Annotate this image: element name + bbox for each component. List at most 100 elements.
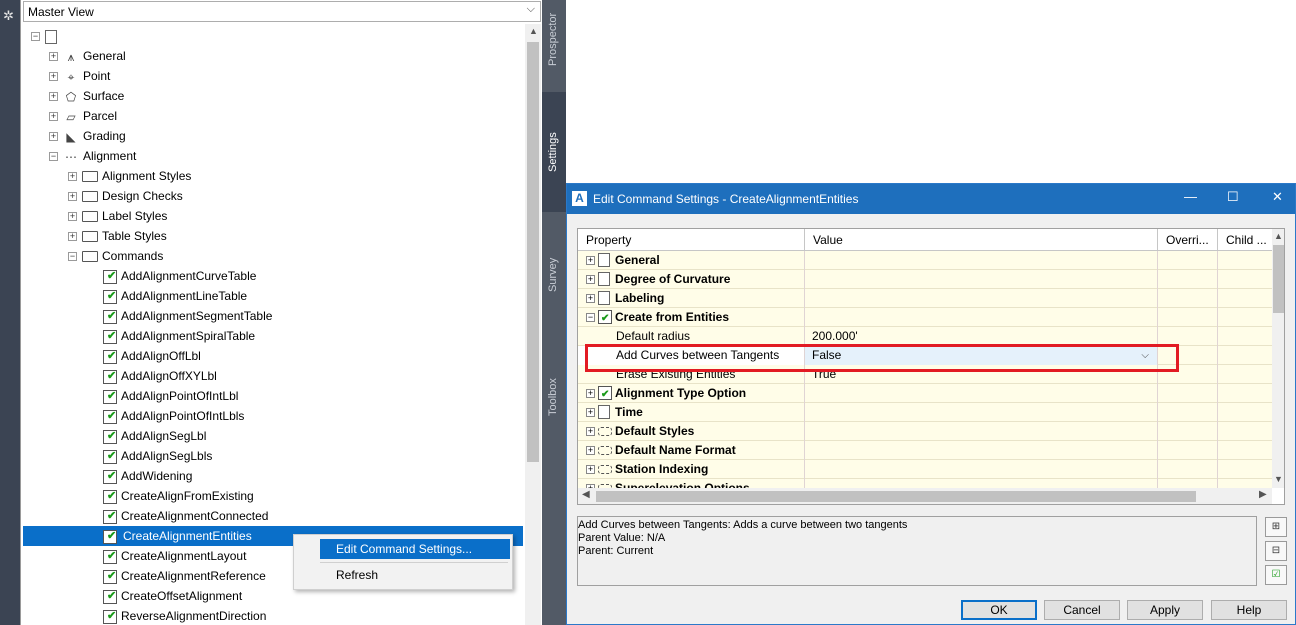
tree-root[interactable]: − xyxy=(31,26,61,46)
expand-icon[interactable]: + xyxy=(586,389,595,398)
expand-icon[interactable]: + xyxy=(49,112,58,122)
tree-item[interactable]: + ▱ Parcel xyxy=(49,106,117,126)
expand-icon[interactable]: + xyxy=(586,465,595,474)
tree-item[interactable]: ReverseAlignmentDirection xyxy=(87,606,266,625)
column-header-child[interactable]: Child ... xyxy=(1218,229,1272,251)
tree-item[interactable]: AddAlignSegLbls xyxy=(87,446,212,466)
tree-item[interactable]: + ⩚ General xyxy=(49,46,126,66)
grid-vertical-scrollbar[interactable]: ▲ ▼ xyxy=(1272,229,1284,488)
maximize-icon[interactable]: ☐ xyxy=(1227,189,1239,205)
command-icon xyxy=(103,389,117,404)
expand-icon[interactable]: + xyxy=(586,446,595,455)
property-category-row[interactable]: − Create from Entities xyxy=(578,308,1272,327)
menu-item-refresh[interactable]: Refresh xyxy=(320,565,510,585)
expand-icon[interactable]: + xyxy=(68,172,77,182)
tab-settings[interactable]: Settings xyxy=(542,92,566,212)
expand-icon[interactable]: + xyxy=(586,294,595,303)
expand-icon[interactable]: + xyxy=(586,427,595,436)
property-category-row[interactable]: + Superelevation Options xyxy=(578,479,1272,488)
scrollbar-thumb[interactable] xyxy=(1273,245,1284,313)
filter-icon[interactable]: ⊟ xyxy=(1265,541,1287,561)
expand-icon[interactable]: + xyxy=(49,52,58,62)
property-category-row[interactable]: + Station Indexing xyxy=(578,460,1272,479)
column-header-property[interactable]: Property xyxy=(578,229,805,251)
property-category-row[interactable]: + Degree of Curvature xyxy=(578,270,1272,289)
tab-prospector[interactable]: Prospector xyxy=(542,0,566,92)
sort-categorized-icon[interactable]: ⊞ xyxy=(1265,517,1287,537)
scrollbar-thumb[interactable] xyxy=(527,42,539,462)
close-icon[interactable]: ✕ xyxy=(1272,189,1283,205)
collapse-icon[interactable]: − xyxy=(68,252,77,262)
expand-icon[interactable]: + xyxy=(68,192,77,202)
apply-button[interactable]: Apply xyxy=(1127,600,1203,620)
minimize-icon[interactable]: — xyxy=(1184,189,1197,204)
property-name-cell: + Time xyxy=(578,403,805,422)
ok-button[interactable]: OK xyxy=(961,600,1037,620)
tree-item[interactable]: + ⬠ Surface xyxy=(49,86,124,106)
property-category-row[interactable]: + General xyxy=(578,251,1272,270)
gear-icon[interactable]: ✲ xyxy=(3,8,14,24)
scroll-up-icon[interactable]: ▲ xyxy=(529,26,538,36)
command-icon xyxy=(103,529,117,544)
collapse-icon[interactable]: − xyxy=(49,152,58,162)
scroll-right-icon[interactable]: ▶ xyxy=(1259,489,1267,500)
tree-item[interactable]: CreateAlignFromExisting xyxy=(87,486,254,506)
tree-item[interactable]: AddAlignmentSpiralTable xyxy=(87,326,255,346)
help-button[interactable]: Help xyxy=(1211,600,1287,620)
tree-item[interactable]: + Design Checks xyxy=(68,186,183,206)
property-category-row[interactable]: + Default Styles xyxy=(578,422,1272,441)
expand-icon[interactable]: + xyxy=(586,256,595,265)
scroll-up-icon[interactable]: ▲ xyxy=(1274,231,1283,241)
tab-survey[interactable]: Survey xyxy=(542,212,566,332)
dialog-title-bar[interactable]: A Edit Command Settings - CreateAlignmen… xyxy=(567,184,1295,214)
tree-item[interactable]: CreateOffsetAlignment xyxy=(87,586,242,606)
tree-item[interactable]: AddAlignOffLbl xyxy=(87,346,201,366)
check-icon[interactable]: ☑ xyxy=(1265,565,1287,585)
cancel-button[interactable]: Cancel xyxy=(1044,600,1120,620)
property-category-row[interactable]: + Time xyxy=(578,403,1272,422)
menu-item-edit-command-settings[interactable]: Edit Command Settings... xyxy=(320,539,510,559)
tree-item[interactable]: AddAlignmentCurveTable xyxy=(87,266,256,286)
tree-item[interactable]: AddAlignPointOfIntLbl xyxy=(87,386,238,406)
tree-item[interactable]: + ◣ Grading xyxy=(49,126,126,146)
scroll-down-icon[interactable]: ▼ xyxy=(1274,474,1283,484)
tree-item[interactable]: AddAlignmentSegmentTable xyxy=(87,306,272,326)
scrollbar-thumb[interactable] xyxy=(596,491,1196,502)
scroll-left-icon[interactable]: ◀ xyxy=(582,489,590,500)
tab-toolbox[interactable]: Toolbox xyxy=(542,332,566,625)
tree-item[interactable]: + Table Styles xyxy=(68,226,167,246)
column-header-value[interactable]: Value xyxy=(805,229,1158,251)
expand-icon[interactable]: + xyxy=(49,72,58,82)
chevron-down-icon[interactable]: ⌵ xyxy=(527,3,535,16)
property-category-row[interactable]: + Labeling xyxy=(578,289,1272,308)
tree-item[interactable]: AddWidening xyxy=(87,466,192,486)
tree-item[interactable]: + Alignment Styles xyxy=(68,166,191,186)
tree-item[interactable]: CreateAlignmentReference xyxy=(87,566,266,586)
collapse-icon[interactable]: − xyxy=(586,313,595,322)
expand-icon[interactable]: + xyxy=(586,408,595,417)
expand-icon[interactable]: + xyxy=(49,132,58,142)
view-selector[interactable]: Master View ⌵ xyxy=(23,1,541,22)
tree-item[interactable]: CreateAlignmentConnected xyxy=(87,506,268,526)
property-value-cell xyxy=(805,479,1158,488)
tree-item[interactable]: − ⋯ Alignment xyxy=(49,146,136,166)
expand-icon[interactable]: + xyxy=(49,92,58,102)
tree-item[interactable]: AddAlignOffXYLbl xyxy=(87,366,217,386)
toolspace-tabs: Prospector Settings Survey Toolbox xyxy=(542,0,566,625)
grid-horizontal-scrollbar[interactable]: ◀ ▶ xyxy=(578,488,1272,504)
tree-item[interactable]: AddAlignmentLineTable xyxy=(87,286,247,306)
tree-item[interactable]: − Commands xyxy=(68,246,163,266)
collapse-icon[interactable]: − xyxy=(31,32,40,42)
tree-item[interactable]: + ⌖ Point xyxy=(49,66,110,86)
tree-scrollbar[interactable]: ▲ xyxy=(525,24,541,625)
column-header-override[interactable]: Overri... xyxy=(1158,229,1218,251)
expand-icon[interactable]: + xyxy=(68,212,77,222)
expand-icon[interactable]: + xyxy=(586,275,595,284)
tree-item[interactable]: AddAlignPointOfIntLbls xyxy=(87,406,244,426)
expand-icon[interactable]: + xyxy=(68,232,77,242)
tree-item[interactable]: AddAlignSegLbl xyxy=(87,426,206,446)
property-category-row[interactable]: + Default Name Format xyxy=(578,441,1272,460)
tree-item[interactable]: CreateAlignmentLayout xyxy=(87,546,246,566)
tree-item[interactable]: + Label Styles xyxy=(68,206,167,226)
property-category-row[interactable]: + Alignment Type Option xyxy=(578,384,1272,403)
